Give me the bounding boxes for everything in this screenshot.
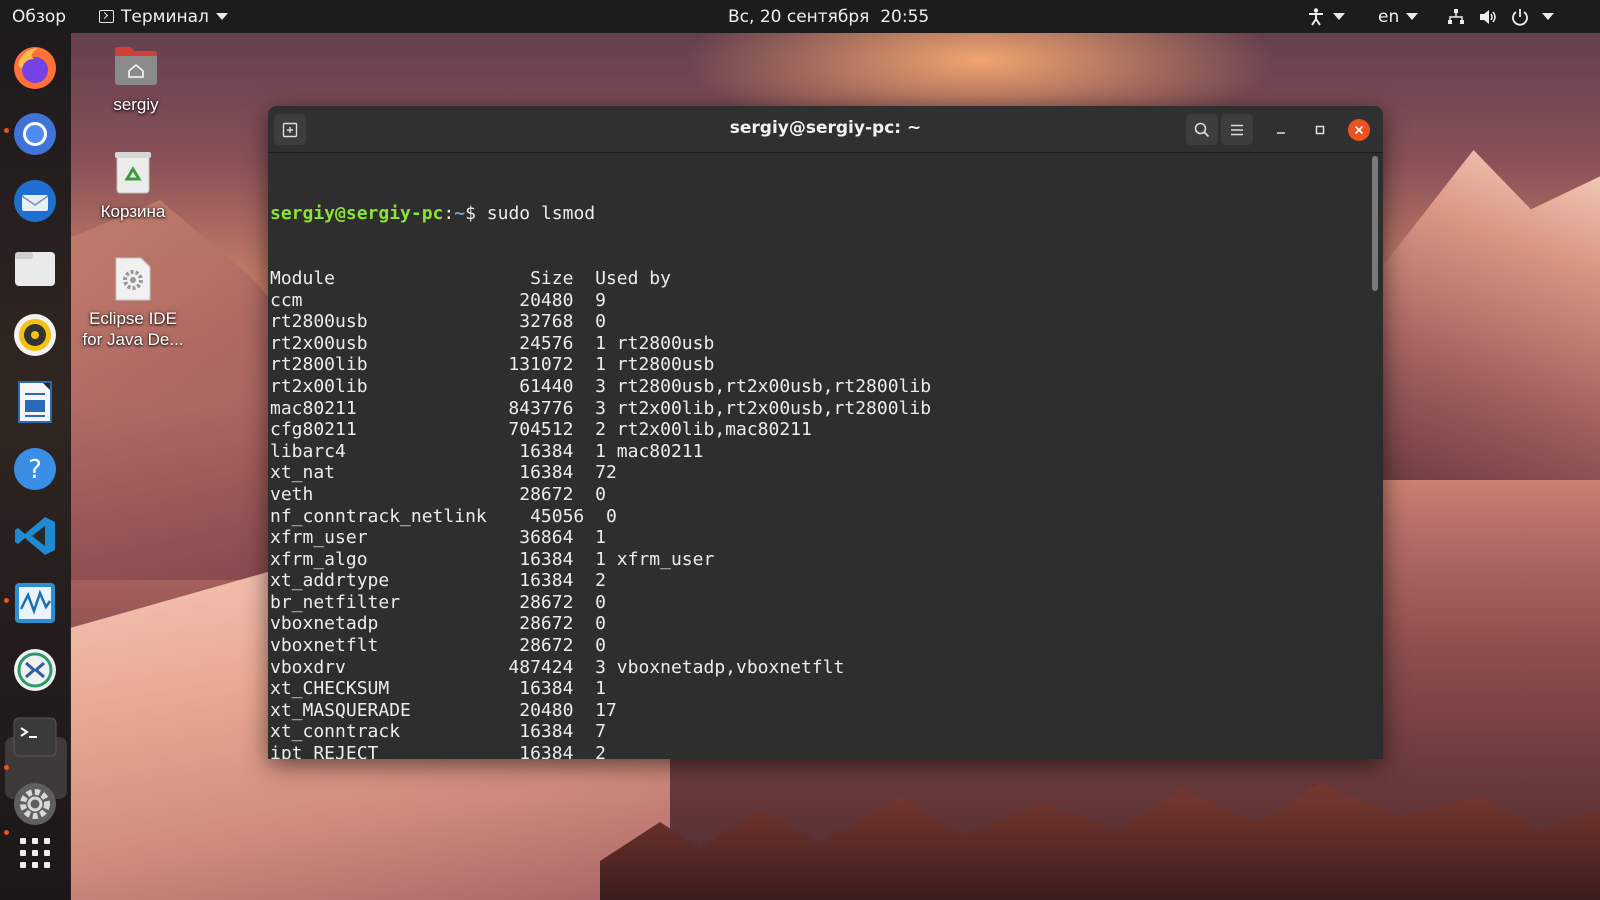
chevron-down-icon — [1406, 13, 1419, 20]
eclipse-launcher-icon — [110, 256, 156, 302]
lsmod-row: rt2800lib 131072 1 rt2800usb — [270, 354, 715, 376]
terminal-header-bar[interactable]: sergiy@sergiy-pc: ~ — [268, 106, 1383, 153]
app-menu-button[interactable]: Терминал — [99, 0, 228, 33]
lsmod-row: xfrm_user 36864 1 — [270, 527, 606, 549]
hamburger-icon — [1231, 124, 1243, 135]
lsmod-row: vboxnetadp 28672 0 — [270, 613, 606, 635]
lsmod-row: rt2x00lib 61440 3 rt2800usb,rt2x00usb,rt… — [270, 375, 932, 397]
desktop-trash[interactable]: Корзина — [68, 149, 198, 222]
lsmod-row: veth 28672 0 — [270, 483, 606, 505]
writer-icon[interactable] — [12, 379, 58, 425]
lsmod-row: br_netfilter 28672 0 — [270, 591, 606, 613]
close-icon — [1354, 125, 1364, 135]
lsmod-row: ccm 20480 9 — [270, 289, 606, 311]
desktop-home-folder[interactable]: sergiy — [71, 42, 201, 115]
settings-icon[interactable] — [12, 781, 58, 827]
lsmod-header-row: Module Size Used by — [270, 267, 671, 289]
rhythmbox-icon[interactable] — [12, 312, 58, 358]
prompt-user: sergiy@sergiy-pc — [270, 203, 444, 225]
close-button[interactable] — [1348, 119, 1370, 141]
chevron-down-icon — [215, 13, 228, 20]
minimize-button[interactable] — [1270, 119, 1292, 141]
lsmod-row: ipt_REJECT 16384 2 — [270, 743, 606, 759]
prompt-symbol: $ — [465, 203, 487, 225]
running-indicator — [4, 765, 9, 770]
wallpaper-mountain-right — [1370, 150, 1600, 480]
thunderbird-icon[interactable] — [12, 178, 58, 224]
remmina-icon[interactable] — [12, 647, 58, 693]
desktop-eclipse-launcher[interactable]: Eclipse IDE for Java De... — [68, 256, 198, 350]
terminal-scrollbar[interactable] — [1372, 156, 1378, 756]
lsmod-row: cfg80211 704512 2 rt2x00lib,mac80211 — [270, 419, 812, 441]
prompt-separator: : — [443, 203, 455, 225]
language-menu[interactable]: en — [1378, 0, 1419, 33]
accessibility-menu[interactable] — [1306, 0, 1345, 33]
running-indicator — [4, 598, 9, 603]
terminal-window[interactable]: sergiy@sergiy-pc: ~ sergiy@sergiy-pc:~$ … — [268, 106, 1383, 759]
system-menu[interactable] — [1446, 0, 1554, 33]
eclipse-label-line1: Eclipse IDE — [89, 309, 177, 328]
maximize-icon — [1315, 125, 1325, 135]
maximize-button[interactable] — [1309, 119, 1331, 141]
search-button[interactable] — [1186, 114, 1218, 145]
lsmod-row: nf_conntrack_netlink 45056 0 — [270, 505, 617, 527]
power-icon — [1510, 7, 1530, 27]
hamburger-menu-button[interactable] — [1221, 114, 1253, 145]
lsmod-row: xt_conntrack 16384 7 — [270, 721, 606, 743]
top-bar: Обзор Терминал Вс, 20 сентября 20:55 en — [0, 0, 1600, 33]
trash-icon — [110, 149, 156, 195]
running-indicator — [4, 830, 9, 835]
language-label: en — [1378, 6, 1400, 27]
chevron-down-icon — [1542, 13, 1554, 20]
svg-text:?: ? — [28, 455, 42, 485]
lsmod-row: rt2x00usb 24576 1 rt2800usb — [270, 332, 715, 354]
chevron-down-icon — [1333, 13, 1345, 20]
home-folder-icon — [113, 42, 159, 88]
lsmod-row: xfrm_algo 16384 1 xfrm_user — [270, 548, 715, 570]
lsmod-row: libarc4 16384 1 mac80211 — [270, 440, 704, 462]
terminal-output[interactable]: sergiy@sergiy-pc:~$ sudo lsmod Module Si… — [268, 154, 1372, 759]
accessibility-icon — [1306, 7, 1326, 27]
scrollbar-thumb[interactable] — [1372, 156, 1378, 291]
activities-button[interactable]: Обзор — [12, 0, 66, 33]
terminal-small-icon — [99, 10, 114, 23]
chromium-icon[interactable] — [12, 111, 58, 157]
lsmod-row: xt_CHECKSUM 16384 1 — [270, 678, 606, 700]
vscode-icon[interactable] — [12, 513, 58, 559]
lsmod-output: Module Size Used by ccm 20480 9 rt2800usb … — [270, 268, 1372, 759]
clock-button[interactable]: Вс, 20 сентября 20:55 — [728, 0, 929, 33]
network-icon — [1446, 7, 1466, 27]
minimize-icon — [1277, 132, 1285, 134]
system-monitor-icon[interactable] — [12, 580, 58, 626]
eclipse-label-line2: for Java De... — [82, 330, 184, 349]
lsmod-row: xt_MASQUERADE 20480 17 — [270, 699, 617, 721]
trash-label: Корзина — [100, 202, 166, 221]
clock-label: Вс, 20 сентября 20:55 — [728, 6, 930, 27]
home-folder-label: sergiy — [113, 95, 159, 114]
command-text: sudo lsmod — [486, 203, 596, 225]
show-apps-icon[interactable] — [12, 833, 58, 873]
running-indicator — [4, 128, 9, 133]
terminal-icon[interactable] — [12, 714, 58, 760]
command-line: sergiy@sergiy-pc:~$ sudo lsmod — [270, 203, 1372, 225]
lsmod-row: xt_addrtype 16384 2 — [270, 570, 606, 592]
lsmod-row: mac80211 843776 3 rt2x00lib,rt2x00usb,rt… — [270, 397, 932, 419]
lsmod-row: xt_nat 16384 72 — [270, 462, 617, 484]
volume-icon — [1478, 7, 1498, 27]
dock: ? — [0, 33, 71, 900]
prompt-path: ~ — [454, 203, 466, 225]
activities-label: Обзор — [12, 6, 67, 27]
wallpaper-forest — [600, 783, 1600, 900]
lsmod-row: vboxnetflt 28672 0 — [270, 635, 606, 657]
search-icon — [1194, 122, 1210, 137]
files-icon[interactable] — [12, 245, 58, 291]
firefox-icon[interactable] — [12, 45, 58, 91]
help-icon[interactable]: ? — [12, 446, 58, 492]
app-menu-label: Терминал — [121, 6, 209, 27]
lsmod-row: vboxdrv 487424 3 vboxnetadp,vboxnetflt — [270, 656, 845, 678]
lsmod-row: rt2800usb 32768 0 — [270, 311, 606, 333]
